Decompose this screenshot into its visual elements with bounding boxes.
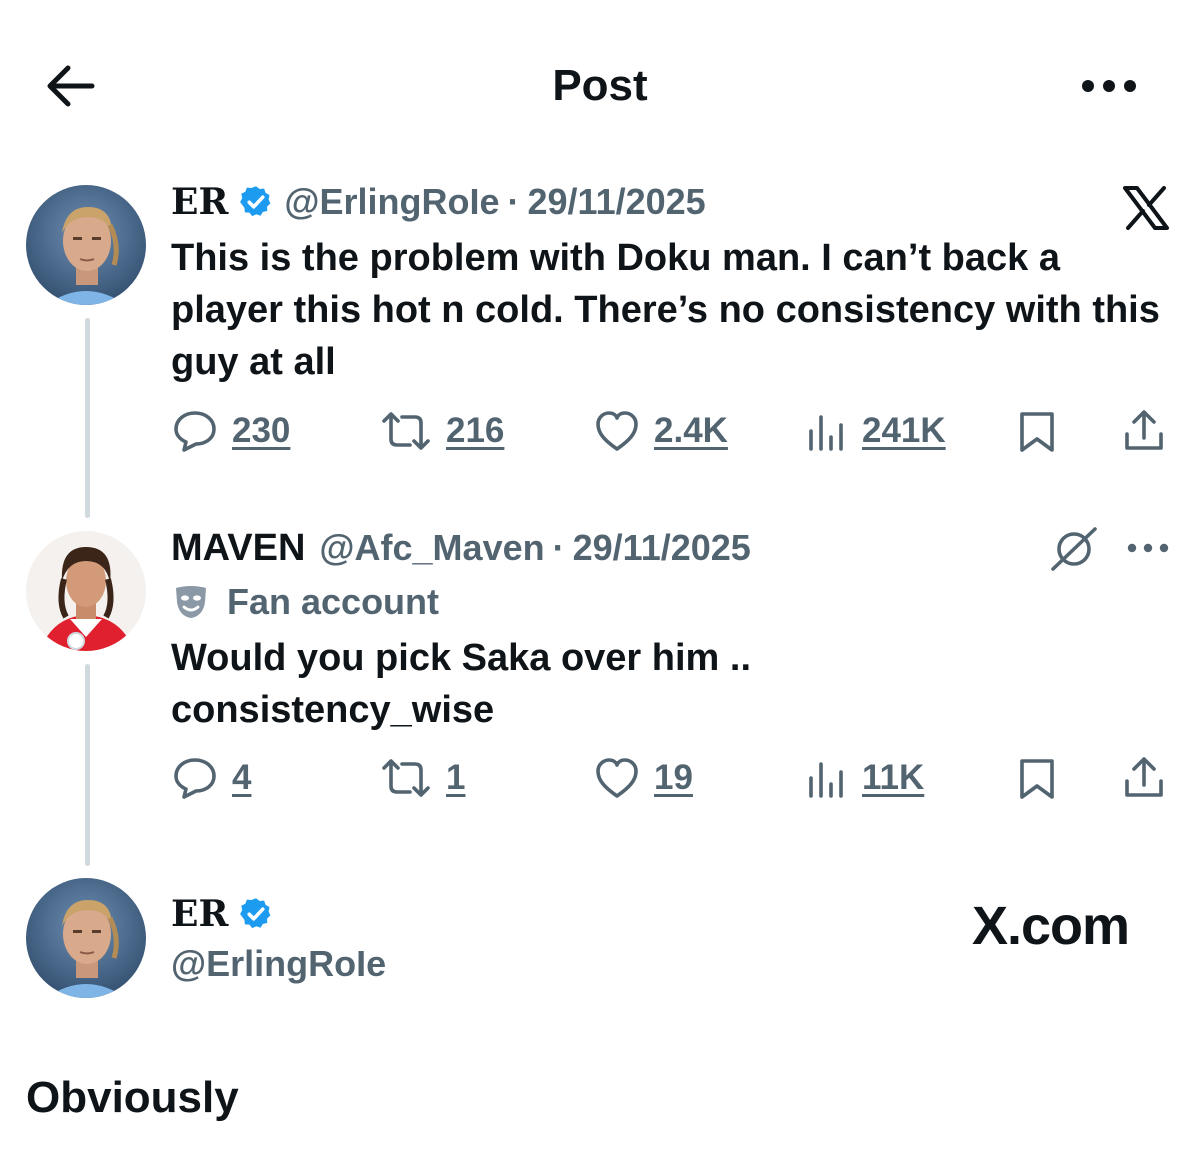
tweet-text: Would you pick Saka over him .. consiste…	[171, 637, 752, 731]
avatar[interactable]	[26, 878, 146, 998]
more-options-button[interactable]	[1126, 536, 1170, 560]
reply-count: 230	[232, 411, 291, 450]
verified-badge-icon	[238, 896, 274, 932]
share-icon	[1125, 757, 1163, 797]
repost-icon	[382, 412, 430, 450]
mask-icon	[176, 586, 206, 618]
like-button[interactable]: 2.4K	[594, 409, 728, 453]
timestamp[interactable]: 29/11/2025	[527, 178, 705, 226]
heart-icon	[596, 411, 638, 451]
page-title: Post	[552, 61, 648, 110]
views-button[interactable]: 11K	[806, 756, 924, 800]
like-button[interactable]: 19	[594, 756, 693, 800]
display-name[interactable]: ER	[171, 890, 228, 938]
reply-button[interactable]: 230	[172, 409, 290, 453]
repost-icon	[382, 759, 430, 797]
display-name[interactable]: ER	[171, 178, 228, 226]
repost-button[interactable]: 1	[380, 756, 465, 800]
display-name[interactable]: MAVEN	[171, 524, 305, 572]
heart-icon	[596, 758, 638, 798]
verified-badge-icon	[238, 184, 274, 220]
more-horizontal-icon	[1127, 543, 1169, 553]
repost-button[interactable]: 216	[380, 409, 504, 453]
reply-button[interactable]: 4	[172, 756, 251, 800]
thread-line	[85, 318, 90, 518]
bookmark-icon	[1020, 412, 1054, 452]
views-icon	[809, 762, 843, 798]
like-count: 19	[654, 758, 693, 797]
reply-icon	[174, 411, 216, 452]
share-button[interactable]	[1120, 754, 1168, 802]
tweet-text: This is the problem with Doku man. I can…	[171, 237, 1160, 383]
reply-icon	[174, 758, 216, 799]
x-com-brand: X.com	[972, 896, 1130, 956]
share-icon	[1125, 410, 1163, 450]
share-button[interactable]	[1120, 407, 1168, 455]
like-count: 2.4K	[654, 411, 728, 450]
grok-icon	[1051, 527, 1097, 571]
tweet-header: MAVEN @Afc_Maven · 29/11/2025	[171, 524, 751, 572]
handle[interactable]: @ErlingRoIe	[171, 940, 386, 988]
reply-text: Obviously	[26, 1073, 239, 1122]
grok-button[interactable]	[1048, 524, 1100, 574]
bookmark-button[interactable]	[1016, 409, 1058, 455]
repost-count: 1	[446, 758, 466, 797]
thread-line	[85, 664, 90, 866]
bookmark-icon	[1020, 759, 1054, 799]
reply-count: 4	[232, 758, 252, 797]
x-logo-icon	[1122, 186, 1170, 235]
more-horizontal-icon	[1082, 80, 1136, 92]
tweet-header: ER @ErlingRoIe · 29/11/2025	[171, 178, 706, 226]
separator: ·	[552, 527, 565, 568]
avatar[interactable]	[26, 531, 146, 651]
views-icon	[809, 415, 843, 451]
separator: ·	[507, 181, 520, 222]
avatar[interactable]	[26, 185, 146, 305]
handle[interactable]: @ErlingRoIe	[284, 178, 499, 226]
handle[interactable]: @Afc_Maven	[319, 524, 544, 572]
timestamp[interactable]: 29/11/2025	[573, 524, 751, 572]
views-button[interactable]: 241K	[806, 409, 946, 453]
more-options-button[interactable]	[1076, 62, 1142, 110]
fan-account-text: Fan account	[227, 581, 440, 622]
views-count: 11K	[862, 758, 925, 797]
fan-account-label: Fan account	[171, 578, 439, 626]
reply-header: ER	[171, 890, 284, 938]
bookmark-button[interactable]	[1016, 756, 1058, 802]
views-count: 241K	[862, 411, 946, 450]
repost-count: 216	[446, 411, 505, 450]
